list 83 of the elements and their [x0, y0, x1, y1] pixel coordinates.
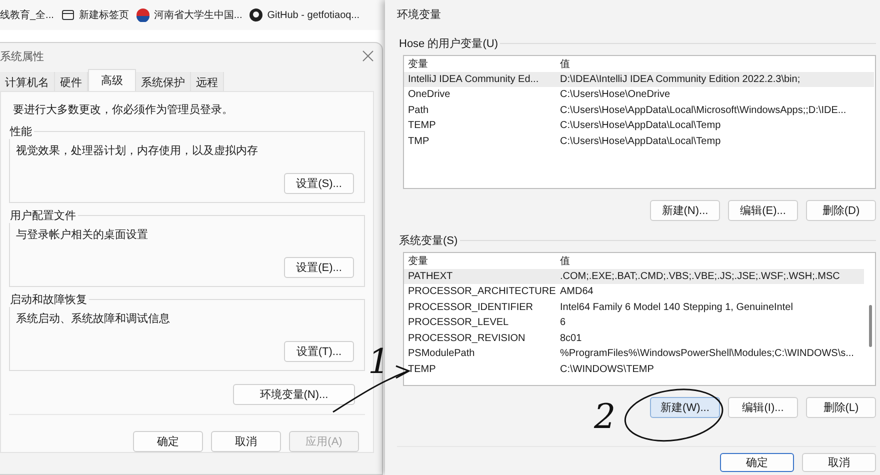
variable-value: C:\WINDOWS\TEMP [560, 364, 655, 375]
bookmark[interactable]: 河南省大学生中国... [154, 8, 242, 22]
tab[interactable]: 远程 [191, 72, 224, 91]
list-button[interactable]: 新建(W)... [650, 397, 720, 418]
variable-name: PATHEXT [408, 270, 454, 282]
list-row[interactable]: PSModulePath %ProgramFiles%\WindowsPowerShell\Modules;C:\WINDOWS\s... [404, 346, 864, 362]
tab[interactable]: 高级 [88, 69, 136, 91]
admin-note: 要进行大多数更改，你必须作为管理员登录。 [12, 102, 234, 118]
window-title: 环境变量 [397, 8, 441, 22]
github-icon [249, 8, 264, 22]
variable-name: PROCESSOR_ARCHITECTURE [408, 286, 557, 298]
environment-variables-button[interactable]: 环境变量(N)... [233, 384, 355, 405]
variable-name: Path [408, 104, 430, 116]
list-row[interactable]: Path C:\Users\Hose\AppData\Local\Microsoft\WindowsApps;;D:\IDE... [404, 102, 874, 118]
column-header[interactable]: 值 [560, 254, 864, 268]
variable-name: TEMP [408, 364, 437, 375]
dialog-button[interactable]: 取消 [802, 453, 876, 472]
variable-value: D:\IDEA\IntelliJ IDEA Community Edition 2022.2.3\bin; [560, 74, 802, 85]
bookmark[interactable]: 新建标签页 [78, 8, 129, 22]
list-button[interactable]: 编辑(E)... [728, 200, 798, 221]
list-button[interactable]: 删除(D) [806, 200, 876, 221]
variable-value: %ProgramFiles%\WindowsPowerShell\Modules;C:\WINDOWS\s... [560, 348, 855, 360]
list-button[interactable]: 新建(N)... [650, 200, 720, 221]
variable-name: TEMP [408, 120, 437, 132]
dialog-button[interactable]: 取消 [211, 431, 281, 452]
list-row[interactable]: PROCESSOR_ARCHITECTURE AMD64 [404, 284, 864, 300]
group-title: 用户配置文件 [9, 208, 77, 223]
list-row[interactable]: TMP C:\Users\Hose\AppData\Local\Temp [404, 134, 874, 149]
group-description: 与登录帐户相关的桌面设置 [15, 228, 149, 243]
group-title: 启动和故障恢复 [9, 292, 88, 307]
group-title: Hose 的用户变量(U) [398, 36, 500, 51]
list-button[interactable]: 删除(L) [806, 397, 876, 418]
list-row[interactable]: PATHEXT .COM;.EXE;.BAT;.CMD;.VBS;.VBE;.JS;.JSE;.WSF;.WSH;.MSC [404, 268, 864, 284]
variable-value: .COM;.EXE;.BAT;.CMD;.VBS;.VBE;.JS;.JSE;.WSF;.WSH;.MSC [560, 270, 841, 282]
variable-name: TMP [408, 136, 430, 147]
group-description: 系统启动、系统故障和调试信息 [15, 312, 171, 327]
column-header[interactable]: 变量 [408, 56, 560, 71]
close-icon[interactable] [362, 50, 374, 62]
list-row[interactable]: PROCESSOR_IDENTIFIER Intel64 Family 6 Model 140 Stepping 1, GenuineIntel [404, 300, 864, 315]
variable-value: AMD64 [560, 286, 594, 298]
column-header[interactable]: 值 [560, 56, 874, 71]
list-row[interactable]: IntelliJ IDEA Community Ed... D:\IDEA\IntelliJ IDEA Community Edition 2022.2.3\bin; [404, 72, 874, 87]
variable-value: C:\Users\Hose\OneDrive [560, 89, 672, 100]
handwritten-number: 2 [594, 400, 616, 434]
group-title: 系统变量(S) [398, 234, 459, 248]
group-description: 视觉效果，处理器计划，内存使用，以及虚拟内存 [15, 144, 259, 159]
window-title: 系统属性 [0, 50, 44, 64]
list-row[interactable]: OneDrive C:\Users\Hose\OneDrive [404, 87, 874, 102]
list-button[interactable]: 编辑(I)... [728, 397, 798, 418]
list-row[interactable]: PROCESSOR_LEVEL 6 [404, 315, 864, 330]
list-row[interactable]: TEMP C:\WINDOWS\TEMP [404, 362, 864, 377]
settings-button[interactable]: 设置(E)... [284, 257, 354, 278]
column-header[interactable]: 变量 [408, 254, 560, 268]
settings-button[interactable]: 设置(S)... [284, 173, 354, 194]
bookmark[interactable]: 线教育_全... [0, 8, 54, 22]
round-logo-icon [136, 8, 150, 22]
handwritten-number: 1 [368, 345, 390, 379]
variable-value: C:\Users\Hose\AppData\Local\Temp [560, 136, 722, 147]
variable-value: Intel64 Family 6 Model 140 Stepping 1, GenuineIntel [560, 302, 794, 313]
tab[interactable]: 系统保护 [136, 72, 191, 91]
settings-button[interactable]: 设置(T)... [284, 341, 354, 362]
variable-name: PROCESSOR_IDENTIFIER [408, 302, 534, 313]
tab-icon [60, 8, 75, 22]
dialog-button[interactable]: 确定 [133, 431, 203, 452]
variable-value: 6 [560, 317, 567, 328]
variable-value: 8c01 [560, 332, 583, 344]
variable-value: C:\Users\Hose\AppData\Local\Temp [560, 120, 722, 132]
list-row[interactable]: PROCESSOR_REVISION 8c01 [404, 330, 864, 346]
list-row[interactable]: TEMP C:\Users\Hose\AppData\Local\Temp [404, 118, 874, 134]
variable-name: PSModulePath [408, 348, 476, 360]
scrollbar-thumb[interactable] [869, 305, 872, 347]
variable-value: C:\Users\Hose\AppData\Local\Microsoft\WindowsApps;;D:\IDE... [560, 104, 848, 116]
dialog-button[interactable]: 确定 [720, 453, 794, 472]
group-title: 性能 [8, 125, 33, 139]
variable-name: IntelliJ IDEA Community Ed... [408, 74, 540, 85]
variable-name: PROCESSOR_LEVEL [408, 317, 510, 328]
variable-list[interactable] [403, 55, 876, 189]
tab[interactable]: 硬件 [55, 72, 88, 91]
variable-list[interactable] [403, 252, 876, 386]
tab[interactable]: 计算机名 [0, 72, 55, 91]
variable-name: PROCESSOR_REVISION [408, 332, 526, 344]
variable-name: OneDrive [408, 89, 452, 100]
bookmark[interactable]: GitHub - getfotiaoq... [267, 10, 360, 20]
